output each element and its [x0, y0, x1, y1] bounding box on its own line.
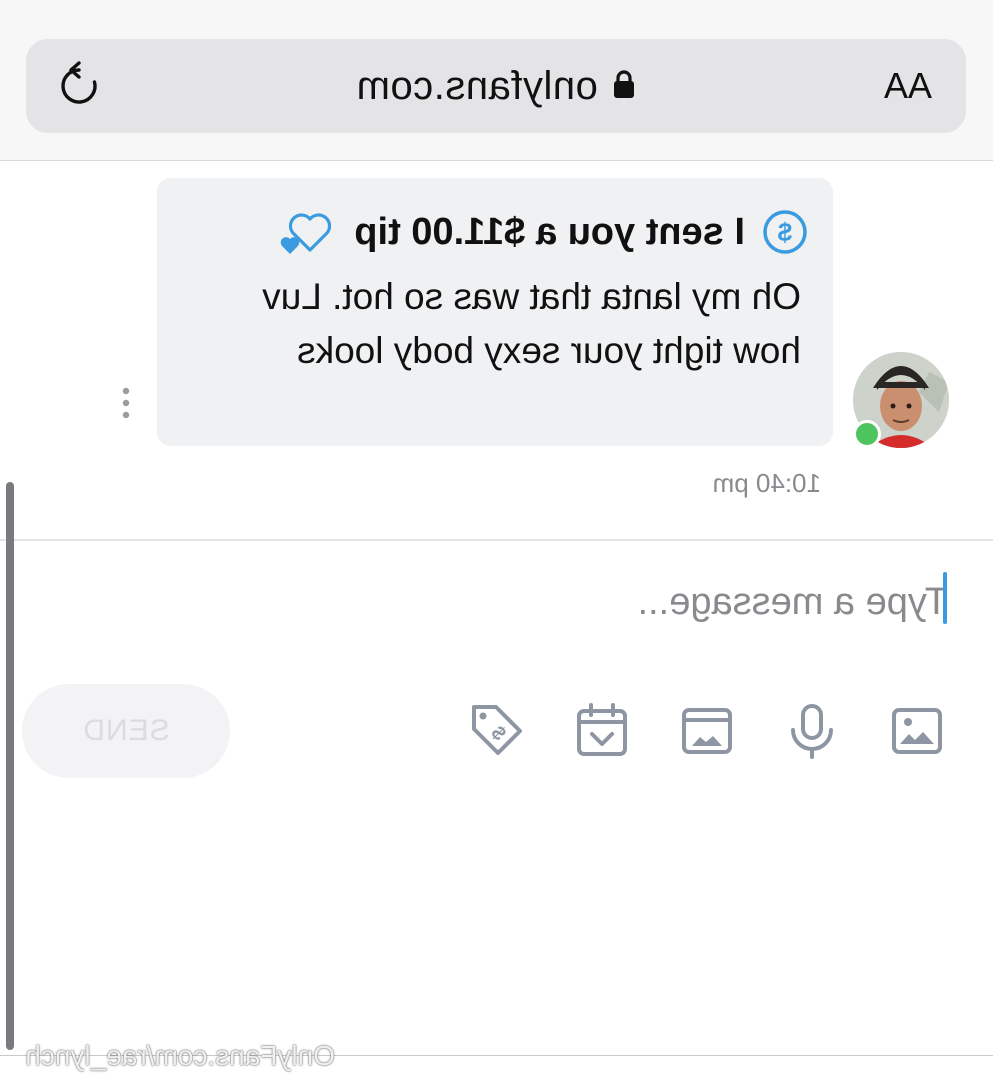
message-timestamp: 10:40 pm: [712, 468, 821, 498]
send-button[interactable]: SEND: [22, 684, 230, 778]
divider: [0, 539, 993, 541]
scrollbar[interactable]: [6, 482, 14, 1050]
tip-text: I sent you a $11.00 tip: [354, 210, 745, 253]
vault-icon[interactable]: [678, 702, 736, 760]
mirrored-screen: AA onlyfans.com $ I sent you a $11.00 ti…: [0, 0, 993, 1080]
message-input[interactable]: [68, 570, 948, 634]
image-icon[interactable]: [888, 702, 946, 760]
calendar-icon[interactable]: [573, 702, 631, 760]
price-tag-icon[interactable]: $: [468, 702, 526, 760]
online-status-indicator: [853, 420, 881, 448]
dollar-icon: $: [761, 208, 809, 256]
tip-row: $ I sent you a $11.00 tip: [276, 208, 809, 256]
reload-icon[interactable]: [54, 61, 104, 111]
more-options-icon[interactable]: [121, 386, 131, 420]
svg-text:$: $: [777, 217, 792, 247]
url-text: onlyfans.com: [356, 63, 598, 108]
address-bar[interactable]: AA onlyfans.com: [26, 39, 966, 133]
heart-icon[interactable]: [276, 208, 334, 256]
microphone-icon[interactable]: [783, 702, 841, 760]
message-text: Oh my lanta that was so hot. Luv how tig…: [262, 276, 801, 371]
watermark: OnlyFans.com/rae_lynch: [25, 1040, 335, 1071]
text-cursor: [943, 572, 947, 624]
browser-toolbar: AA onlyfans.com: [0, 0, 993, 161]
lock-icon: [612, 69, 636, 104]
message-bubble: $ I sent you a $11.00 tip Oh my lanta th…: [157, 178, 833, 446]
url-field[interactable]: onlyfans.com: [26, 39, 966, 133]
